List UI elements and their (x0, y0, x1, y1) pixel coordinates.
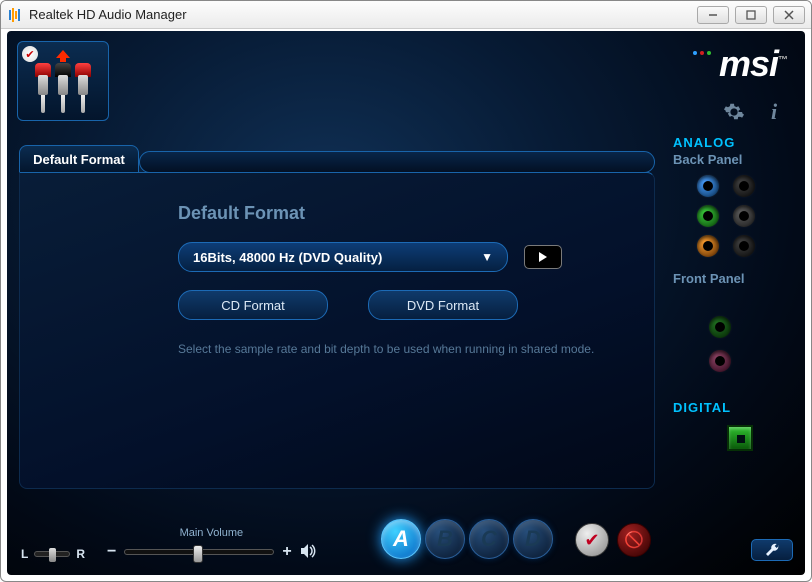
volume-minus[interactable]: − (107, 543, 116, 561)
volume-label: Main Volume (107, 527, 316, 539)
jack-front-headphone[interactable] (709, 316, 731, 338)
balance-right-label: R (76, 547, 85, 561)
digital-heading: DIGITAL (673, 400, 793, 415)
settings-icon[interactable] (723, 101, 745, 123)
speaker-icon[interactable] (300, 544, 316, 561)
cancel-button[interactable]: 🚫 (617, 523, 651, 557)
bottom-controls: L R Main Volume − + A B C D (21, 503, 655, 561)
brand-dots (693, 51, 711, 55)
back-panel-jacks (697, 175, 793, 257)
tab-default-format[interactable]: Default Format (19, 145, 139, 173)
balance-control[interactable]: L R (21, 547, 85, 561)
apply-button[interactable]: ✔ (575, 523, 609, 557)
maximize-button[interactable] (735, 6, 767, 24)
format-select-value: 16Bits, 48000 Hz (DVD Quality) (193, 250, 382, 265)
app-window: Realtek HD Audio Manager msi i ✔ (0, 0, 812, 582)
jack-extra[interactable] (733, 235, 755, 257)
jack-center-sub[interactable] (697, 235, 719, 257)
scene-d-button[interactable]: D (513, 519, 553, 559)
play-icon (539, 252, 547, 262)
test-play-button[interactable] (524, 245, 562, 269)
jack-line-in[interactable] (697, 175, 719, 197)
balance-left-label: L (21, 547, 28, 561)
rca-connectors-icon (35, 63, 91, 113)
section-title: Default Format (178, 203, 626, 224)
connector-settings-button[interactable] (751, 539, 793, 561)
app-icon (7, 7, 23, 23)
jack-front-mic[interactable] (709, 350, 731, 372)
scene-c-button[interactable]: C (469, 519, 509, 559)
scene-b-button[interactable]: B (425, 519, 465, 559)
window-title: Realtek HD Audio Manager (29, 7, 187, 22)
back-panel-heading: Back Panel (673, 152, 793, 167)
brand-logo: msi (719, 53, 787, 75)
device-thumbnail[interactable]: ✔ (17, 41, 109, 121)
jack-digital-optical[interactable] (727, 425, 753, 451)
close-button[interactable] (773, 6, 805, 24)
client-area: msi i ✔ Default Format Default Format (7, 31, 805, 575)
format-select[interactable]: 16Bits, 48000 Hz (DVD Quality) ▼ (178, 242, 508, 272)
volume-plus[interactable]: + (282, 543, 291, 561)
balance-slider[interactable] (34, 551, 70, 557)
info-icon[interactable]: i (763, 101, 785, 123)
front-panel-jacks (709, 316, 793, 372)
scene-buttons: A B C D (381, 519, 553, 559)
cd-format-button[interactable]: CD Format (178, 290, 328, 320)
dvd-format-button[interactable]: DVD Format (368, 290, 518, 320)
front-panel-heading: Front Panel (673, 271, 793, 286)
jack-side[interactable] (733, 175, 755, 197)
tab-bar (139, 151, 655, 173)
jack-line-out[interactable] (697, 205, 719, 227)
hint-text: Select the sample rate and bit depth to … (178, 342, 626, 356)
main-panel: Default Format 16Bits, 48000 Hz (DVD Qua… (19, 172, 655, 489)
connector-side-panel: ANALOG Back Panel Front Panel DIGITAL (673, 131, 793, 561)
minimize-button[interactable] (697, 6, 729, 24)
titlebar: Realtek HD Audio Manager (1, 1, 811, 29)
chevron-down-icon: ▼ (481, 250, 493, 264)
scene-a-button[interactable]: A (381, 519, 421, 559)
default-device-check-icon: ✔ (22, 46, 38, 62)
analog-heading: ANALOG (673, 135, 793, 150)
jack-rear[interactable] (733, 205, 755, 227)
volume-slider[interactable] (124, 549, 274, 555)
